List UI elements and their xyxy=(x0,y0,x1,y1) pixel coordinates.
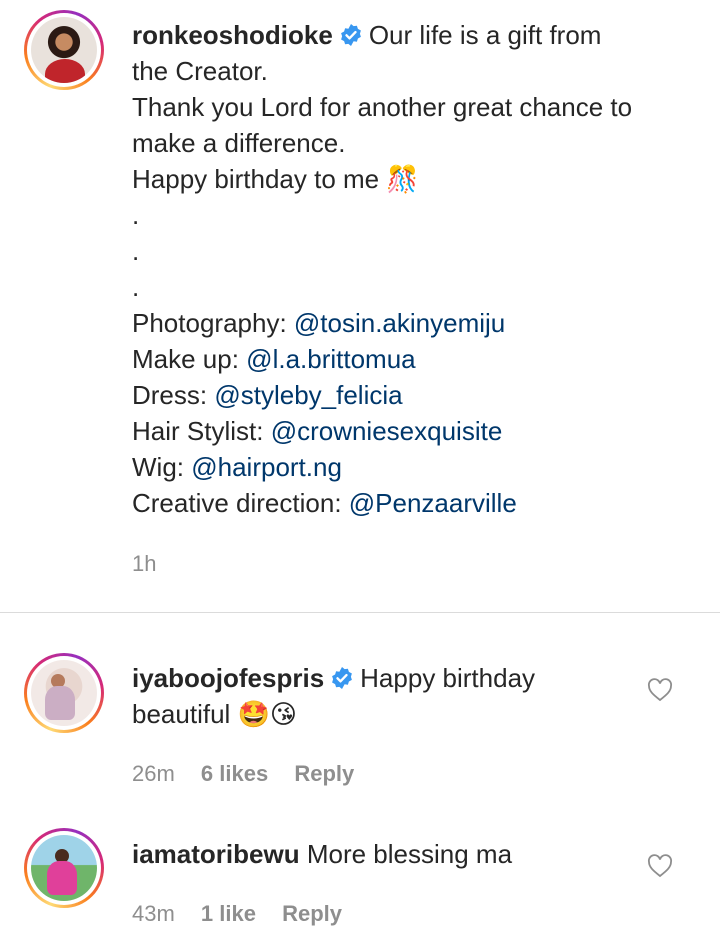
comment-text: beautiful 🤩😘 xyxy=(132,699,298,729)
mention-link[interactable]: @Penzaarville xyxy=(349,488,517,518)
mention-link[interactable]: @l.a.brittomua xyxy=(246,344,415,374)
credit-line: Hair Stylist: @crowniesexquisite xyxy=(132,413,702,449)
avatar-figure-body xyxy=(45,686,75,720)
mention-link[interactable]: @hairport.ng xyxy=(191,452,342,482)
comment-likes[interactable]: 1 like xyxy=(201,901,256,926)
reply-button[interactable]: Reply xyxy=(282,901,342,926)
caption-line: make a difference. xyxy=(132,128,346,158)
caption-dot: . xyxy=(132,272,140,302)
comment-body: iamatoribewu More blessing ma xyxy=(132,836,632,872)
credit-label: Wig: xyxy=(132,452,192,482)
reply-button[interactable]: Reply xyxy=(294,761,354,786)
credit-line: Dress: @styleby_felicia xyxy=(132,377,702,413)
mention-link[interactable]: @crowniesexquisite xyxy=(271,416,503,446)
post-username[interactable]: ronkeoshodioke xyxy=(132,20,333,50)
caption-line: Thank you Lord for another great chance … xyxy=(132,92,633,122)
credit-label: Hair Stylist: xyxy=(132,416,271,446)
mention-link[interactable]: @tosin.akinyemiju xyxy=(294,308,505,338)
credit-line: Wig: @hairport.ng xyxy=(132,449,702,485)
credit-line: Make up: @l.a.brittomua xyxy=(132,341,702,377)
comment-username[interactable]: iyaboojofespris xyxy=(132,663,324,693)
credit-line: Photography: @tosin.akinyemiju xyxy=(132,305,702,341)
comment-timestamp: 26m xyxy=(132,761,175,786)
comment-body: iyaboojofespris Happy birthday beautiful… xyxy=(132,660,632,732)
caption-line: Happy birthday to me 🎊 xyxy=(132,164,419,194)
credit-label: Photography: xyxy=(132,308,294,338)
comment-likes[interactable]: 6 likes xyxy=(201,761,268,786)
verified-badge-icon xyxy=(340,24,361,46)
credit-line: Creative direction: @Penzaarville xyxy=(132,485,702,521)
avatar-figure-body xyxy=(47,861,77,895)
post-timestamp: 1h xyxy=(132,551,157,576)
post-caption: ronkeoshodioke Our life is a gift from t… xyxy=(132,17,702,521)
credit-label: Make up: xyxy=(132,344,247,374)
comment-meta: 26m 6 likes Reply xyxy=(132,761,354,787)
verified-badge-icon xyxy=(332,667,353,689)
comment-username[interactable]: iamatoribewu xyxy=(132,839,300,869)
credit-label: Creative direction: xyxy=(132,488,349,518)
comment-avatar[interactable] xyxy=(24,828,104,908)
mention-link[interactable]: @styleby_felicia xyxy=(214,380,402,410)
comment-timestamp: 43m xyxy=(132,901,175,926)
heart-icon[interactable] xyxy=(647,854,673,878)
caption-dot: . xyxy=(132,236,140,266)
credit-label: Dress: xyxy=(132,380,215,410)
comment-text: More blessing ma xyxy=(306,839,513,869)
caption-line: Our life is a gift from xyxy=(368,20,602,50)
comment-meta: 43m 1 like Reply xyxy=(132,901,342,927)
post-author-avatar[interactable] xyxy=(24,10,104,90)
heart-icon[interactable] xyxy=(647,678,673,702)
comment-avatar[interactable] xyxy=(24,653,104,733)
divider xyxy=(0,612,720,613)
comment-text: Happy birthday xyxy=(360,663,536,693)
caption-dot: . xyxy=(132,200,140,230)
caption-line: the Creator. xyxy=(132,56,268,86)
avatar-dress-shape xyxy=(45,59,85,83)
